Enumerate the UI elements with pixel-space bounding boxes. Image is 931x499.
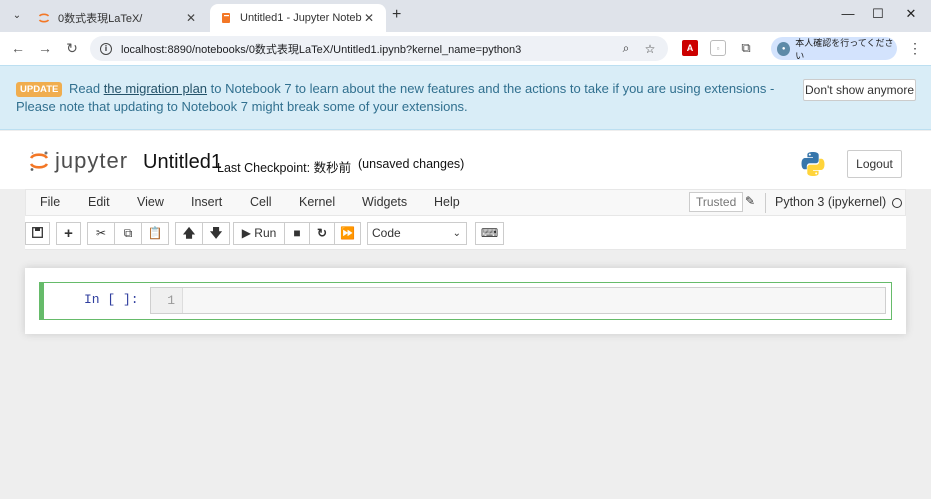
menu-help[interactable]: Help [434, 195, 460, 209]
update-banner: UPDATE Read the migration plan to Notebo… [0, 65, 931, 130]
browser-menu-icon[interactable]: ⋮ [908, 40, 922, 57]
edit-mode-pencil-icon: ✎ [745, 194, 756, 208]
menu-insert[interactable]: Insert [191, 195, 222, 209]
minimize-icon[interactable]: — [838, 6, 858, 21]
banner-message: UPDATE Read the migration plan to Notebo… [16, 80, 796, 116]
restart-run-all-button[interactable]: ⏩ [334, 222, 361, 245]
pdf-extension-icon[interactable]: A [682, 40, 698, 56]
update-badge: UPDATE [16, 82, 63, 97]
restart-icon: ↻ [316, 226, 328, 240]
notebook-menubar: File Edit View Insert Cell Kernel Widget… [25, 189, 906, 216]
profile-verify-label: 本人確認を行ってください [795, 37, 894, 61]
menu-widgets[interactable]: Widgets [362, 195, 407, 209]
zoom-icon[interactable]: ⌕ [618, 41, 634, 56]
tab-close-icon[interactable]: ✕ [184, 11, 198, 25]
last-checkpoint: Last Checkpoint: 数秒前 [217, 161, 352, 175]
browser-tab-notebook[interactable]: Untitled1 - Jupyter Notebook ✕ [210, 4, 386, 32]
tab-title: 0数式表現LaTeX/ [58, 13, 143, 25]
line-number: 1 [151, 288, 183, 313]
browser-tab-directory[interactable]: 0数式表現LaTeX/ ✕ [28, 4, 208, 32]
command-palette-button[interactable]: ⌨ [475, 222, 504, 245]
profile-verify-button[interactable]: ● 本人確認を行ってください [771, 37, 897, 61]
restart-button[interactable]: ↻ [309, 222, 335, 245]
cell-type-value: Code [372, 226, 401, 240]
keyboard-icon: ⌨ [480, 226, 499, 240]
input-prompt: In [ ]: [84, 292, 139, 307]
kernel-divider [765, 193, 766, 213]
window-close-icon[interactable]: ✕ [901, 6, 921, 22]
avatar-icon: ● [777, 41, 791, 56]
jupyter-logo-icon[interactable] [28, 150, 50, 172]
tab-title: Untitled1 - Jupyter Notebook [240, 12, 362, 24]
move-down-button[interactable]: 🡇 [202, 222, 230, 245]
notebook-favicon-icon [222, 13, 230, 23]
menu-kernel[interactable]: Kernel [299, 195, 335, 209]
kernel-idle-indicator-icon [892, 198, 902, 208]
insert-cell-button[interactable]: + [56, 222, 81, 245]
dont-show-anymore-button[interactable]: Don't show anymore [803, 79, 916, 101]
reload-icon[interactable]: ↻ [63, 39, 81, 57]
back-icon[interactable]: ← [9, 39, 27, 57]
jupyter-logo-text[interactable]: jupyter [55, 148, 128, 174]
code-cell[interactable]: In [ ]: 1 [39, 282, 892, 320]
migration-plan-link[interactable]: the migration plan [104, 81, 207, 96]
cut-button[interactable]: ✂ [87, 222, 115, 245]
tab-search-icon[interactable]: ⌄ [8, 6, 26, 24]
jupyter-favicon-icon [38, 13, 50, 23]
cell-type-select[interactable]: Code ⌄ [367, 222, 467, 245]
copy-icon: ⧉ [123, 226, 133, 240]
plus-icon: + [64, 225, 73, 242]
site-info-icon[interactable]: i [100, 42, 112, 55]
menu-cell[interactable]: Cell [250, 195, 272, 209]
notebook-toolbar: + ✂ ⧉ 📋 🡅 🡇 ▶ Run ■ ↻ ⏩ Code ⌄ ⌨ [25, 216, 906, 250]
fast-forward-icon: ⏩ [340, 226, 355, 240]
kernel-name[interactable]: Python 3 (ipykernel) [775, 195, 886, 209]
notebook-title[interactable]: Untitled1 [143, 151, 222, 174]
copy-button[interactable]: ⧉ [114, 222, 142, 245]
python-logo-icon [801, 152, 825, 176]
play-icon: ▶ [241, 226, 251, 240]
stop-icon: ■ [293, 226, 301, 240]
menu-file[interactable]: File [40, 195, 60, 209]
interrupt-button[interactable]: ■ [284, 222, 310, 245]
extension-icon[interactable]: ▫ [710, 40, 726, 56]
run-button[interactable]: ▶ Run [233, 222, 285, 245]
browser-toolbar: ← → ↻ i localhost:8890/notebooks/0数式表現La… [0, 32, 931, 65]
jupyter-header: jupyter Untitled1 Last Checkpoint: 数秒前 (… [0, 131, 931, 189]
new-tab-icon[interactable]: + [392, 6, 401, 24]
save-button[interactable] [25, 222, 50, 245]
run-label: Run [254, 226, 277, 240]
clipboard-icon: 📋 [147, 226, 163, 240]
tab-close-icon[interactable]: ✕ [362, 11, 376, 25]
bookmark-star-icon[interactable]: ☆ [642, 42, 658, 56]
banner-text-before: Read [68, 81, 104, 96]
address-bar[interactable]: i localhost:8890/notebooks/0数式表現LaTeX/Un… [90, 36, 668, 61]
forward-icon[interactable]: → [36, 39, 54, 57]
notebook-container: In [ ]: 1 [25, 268, 906, 334]
maximize-icon[interactable]: ☐ [868, 6, 888, 22]
logout-button[interactable]: Logout [847, 150, 902, 178]
chevron-down-icon: ⌄ [452, 228, 461, 239]
arrow-up-icon: 🡅 [182, 226, 196, 240]
browser-tab-strip: ⌄ 0数式表現LaTeX/ ✕ Untitled1 - Jupyter Note… [0, 0, 931, 32]
menu-edit[interactable]: Edit [88, 195, 110, 209]
move-up-button[interactable]: 🡅 [175, 222, 203, 245]
paste-button[interactable]: 📋 [141, 222, 169, 245]
arrow-down-icon: 🡇 [209, 226, 223, 240]
code-editor[interactable]: 1 [150, 287, 886, 314]
extensions-puzzle-icon[interactable]: ⧉ [738, 40, 754, 56]
unsaved-changes-status: (unsaved changes) [358, 157, 465, 171]
scissors-icon: ✂ [95, 226, 107, 240]
trusted-indicator[interactable]: Trusted [689, 192, 744, 212]
url-text: localhost:8890/notebooks/0数式表現LaTeX/Unti… [121, 43, 522, 56]
save-icon [32, 227, 43, 238]
menu-view[interactable]: View [137, 195, 164, 209]
